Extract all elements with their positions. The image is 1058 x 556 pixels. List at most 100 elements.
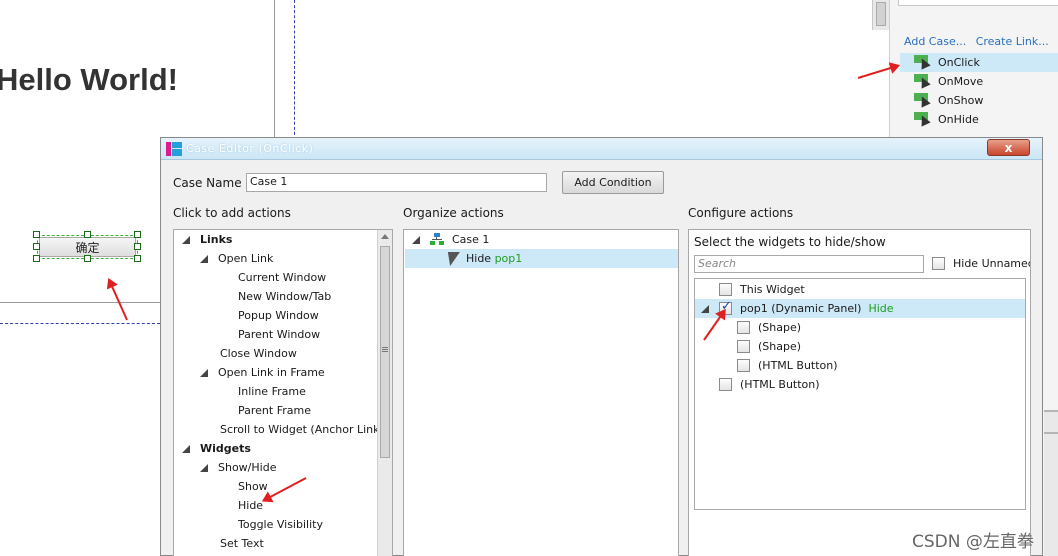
panel-top-box [898, 0, 1058, 6]
widget-checkbox[interactable] [719, 378, 732, 391]
resize-handle[interactable] [134, 231, 141, 238]
scrollbar-thumb[interactable] [380, 246, 390, 458]
hello-world-text[interactable]: Hello World! [0, 62, 178, 98]
event-icon [914, 112, 931, 127]
widget-item-html-button[interactable]: (HTML Button) [695, 375, 820, 394]
tree-item-set-text[interactable]: Set Text [174, 534, 264, 553]
scroll-up-icon[interactable] [381, 234, 389, 239]
widget-item-this-widget[interactable]: This Widget [695, 280, 805, 299]
tree-item-inline-frame[interactable]: Inline Frame [174, 382, 306, 401]
actions-tree[interactable]: Links Open Link Current Window New Windo… [173, 229, 393, 556]
resize-handle[interactable] [134, 243, 141, 250]
close-button[interactable]: x [987, 139, 1030, 156]
widget-search-input[interactable]: Search [694, 255, 924, 273]
tree-item-open-link[interactable]: Open Link [174, 249, 273, 268]
confirm-button[interactable]: 确定 [39, 237, 136, 257]
hide-unnamed-option[interactable]: Hide Unnamed [932, 257, 1031, 270]
tree-item-label: Hide [238, 499, 264, 512]
tree-item-close-window[interactable]: Close Window [174, 344, 297, 363]
expand-triangle-icon[interactable] [701, 304, 709, 313]
widget-checkbox[interactable] [719, 283, 732, 296]
case-name-input[interactable]: Case 1 [246, 173, 547, 192]
tree-item-show[interactable]: Show [174, 477, 268, 496]
event-onmove[interactable]: OnMove [900, 72, 1058, 91]
configure-actions-panel: Select the widgets to hide/show Search H… [688, 229, 1031, 556]
expand-triangle-icon[interactable] [182, 444, 190, 453]
resize-handle[interactable] [84, 255, 91, 262]
tree-item-current-window[interactable]: Current Window [174, 268, 326, 287]
resize-handle[interactable] [33, 255, 40, 262]
tree-item-parent-window[interactable]: Parent Window [174, 325, 320, 344]
tree-item-scroll-to-widget[interactable]: Scroll to Widget (Anchor Link) [174, 420, 384, 439]
watermark: CSDN @左直拳 [912, 532, 1034, 552]
tree-item-label: Toggle Visibility [238, 518, 323, 531]
widget-label: This Widget [740, 283, 805, 296]
guide-line-horizontal [0, 323, 160, 324]
widget-status: Hide [868, 302, 894, 315]
hide-unnamed-checkbox[interactable] [932, 257, 945, 270]
hide-unnamed-label: Hide Unnamed [953, 257, 1031, 270]
widget-label: (HTML Button) [740, 378, 820, 391]
event-onclick[interactable]: OnClick [900, 53, 1058, 72]
tree-item-toggle-visibility[interactable]: Toggle Visibility [174, 515, 323, 534]
add-case-link[interactable]: Add Case... [904, 35, 966, 48]
action-item-hide-pop1[interactable]: Hide pop1 [404, 249, 522, 268]
dialog-titlebar[interactable]: Case Editor (OnClick) x [161, 138, 1042, 160]
add-condition-button[interactable]: Add Condition [562, 171, 664, 194]
tree-item-new-window-tab[interactable]: New Window/Tab [174, 287, 331, 306]
tree-item-label: Show/Hide [218, 461, 277, 474]
widget-checkbox[interactable] [737, 321, 750, 334]
event-label: OnHide [938, 113, 979, 126]
tree-item-open-link-in-frame[interactable]: Open Link in Frame [174, 363, 325, 382]
action-target: pop1 [494, 252, 523, 265]
event-icon [914, 93, 931, 108]
panel-edge [1044, 432, 1058, 434]
tree-item-hide[interactable]: Hide [174, 496, 263, 515]
actions-scrollbar[interactable] [377, 230, 392, 556]
tree-item-popup-window[interactable]: Popup Window [174, 306, 319, 325]
case-tree-icon [430, 233, 444, 246]
event-onshow[interactable]: OnShow [900, 91, 1058, 110]
confirm-button-widget[interactable]: 确定 [33, 231, 141, 262]
expand-triangle-icon[interactable] [200, 463, 208, 472]
page-boundary-line [274, 0, 275, 140]
widget-label: (Shape) [758, 321, 802, 334]
expand-triangle-icon[interactable] [412, 235, 420, 244]
case-label: Case 1 [452, 233, 490, 246]
tree-item-parent-frame[interactable]: Parent Frame [174, 401, 311, 420]
tree-item-label: Close Window [220, 347, 297, 360]
expand-triangle-icon[interactable] [182, 235, 190, 244]
configure-header: Configure actions [688, 206, 794, 220]
tree-item-widgets[interactable]: Widgets [174, 439, 251, 458]
widget-item-shape[interactable]: (Shape) [695, 337, 801, 356]
tree-item-label: Set Text [220, 537, 264, 550]
tree-item-label: Popup Window [238, 309, 319, 322]
widget-item-html-button[interactable]: (HTML Button) [695, 356, 838, 375]
case-name-label: Case Name [173, 176, 242, 190]
case-item[interactable]: Case 1 [404, 230, 489, 249]
widget-list[interactable]: This Widget pop1 (Dynamic Panel) Hide (S… [694, 278, 1026, 510]
event-onhide[interactable]: OnHide [900, 110, 1058, 129]
action-verb: Hide [466, 252, 492, 265]
scrollbar-thumb[interactable] [876, 2, 886, 26]
click-to-add-header: Click to add actions [173, 206, 291, 220]
widget-checkbox[interactable] [737, 359, 750, 372]
tree-item-label: Inline Frame [238, 385, 306, 398]
resize-handle[interactable] [33, 231, 40, 238]
tree-item-show-hide[interactable]: Show/Hide [174, 458, 276, 477]
organize-actions-panel[interactable]: Case 1 Hide pop1 [403, 229, 679, 556]
create-link-link[interactable]: Create Link... [976, 35, 1049, 48]
resize-handle[interactable] [134, 255, 141, 262]
resize-handle[interactable] [33, 243, 40, 250]
widget-label: pop1 (Dynamic Panel) [740, 302, 862, 315]
lightning-bolt-icon [444, 251, 460, 266]
tree-item-links[interactable]: Links [174, 230, 232, 249]
expand-triangle-icon[interactable] [200, 254, 208, 263]
case-links: Add Case... Create Link... [904, 35, 1055, 48]
widget-checkbox[interactable] [737, 340, 750, 353]
tree-item-label: Open Link in Frame [218, 366, 325, 379]
event-label: OnShow [938, 94, 984, 107]
resize-handle[interactable] [84, 231, 91, 238]
canvas-scrollbar[interactable] [872, 0, 889, 30]
expand-triangle-icon[interactable] [200, 368, 208, 377]
